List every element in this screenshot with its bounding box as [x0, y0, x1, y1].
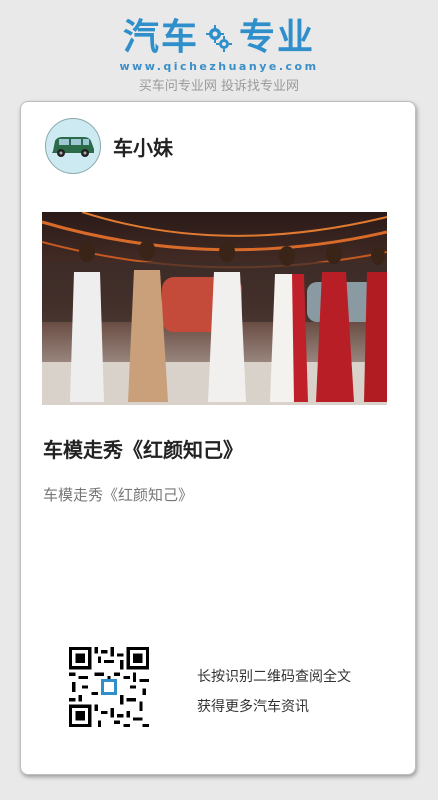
avatar[interactable]: [45, 118, 101, 174]
article-card: 车小妹 车模走秀《红颜知己》 车模走秀《红颜知己》 长按识别二维码查阅全文 获得…: [20, 101, 416, 775]
brand-logo: 汽车 专业: [0, 18, 438, 58]
gear-logo-icon: [206, 25, 232, 52]
runway-photo: [42, 212, 387, 405]
brand-header: 汽车 专业 www.qichezhuanye.com 买车问专业网 投诉找专业网: [0, 18, 438, 95]
article-title[interactable]: 车模走秀《红颜知己》: [43, 434, 243, 463]
author-name[interactable]: 车小妹: [113, 132, 173, 161]
author-row[interactable]: 车小妹: [45, 118, 173, 174]
car-avatar-icon: [52, 137, 94, 157]
qr-line-2: 获得更多汽车资讯: [197, 699, 309, 715]
article-image[interactable]: [42, 212, 387, 405]
brand-title-right: 专业: [239, 17, 316, 58]
article-summary: 车模走秀《红颜知己》: [43, 486, 194, 504]
qr-instructions: 长按识别二维码查阅全文 获得更多汽车资讯: [197, 662, 351, 722]
brand-url: www.qichezhuanye.com: [119, 60, 319, 73]
qr-line-1: 长按识别二维码查阅全文: [197, 669, 351, 685]
brand-slogan: 买车问专业网 投诉找专业网: [138, 79, 300, 94]
qr-code[interactable]: [69, 647, 149, 727]
brand-title-left: 汽车: [122, 17, 199, 58]
